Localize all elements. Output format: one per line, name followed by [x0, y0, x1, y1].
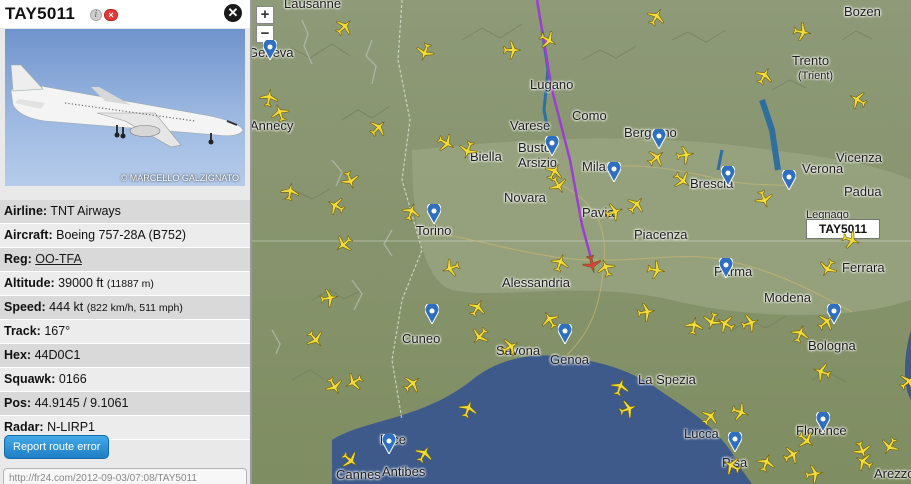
city-label: Varese: [510, 118, 551, 133]
squawk-row: Squawk: 0166: [0, 368, 250, 392]
speed-conversions: (822 km/h, 511 mph): [86, 302, 183, 314]
track-value: 167°: [44, 324, 71, 338]
radar-station-icon[interactable]: [425, 304, 439, 324]
radar-station-icon[interactable]: [782, 170, 796, 190]
city-label: Alessandria: [502, 275, 570, 290]
position-label: Pos:: [4, 396, 32, 410]
panel-header: TAY5011 i × ✕: [0, 0, 250, 28]
flight-info-panel: TAY5011 i × ✕ © MARCELLO GALZIGNATO Airl…: [0, 0, 252, 484]
aircraft-icon[interactable]: [802, 462, 825, 484]
aircraft-photo[interactable]: © MARCELLO GALZIGNATO: [5, 29, 245, 186]
aircraft-icon[interactable]: [278, 180, 301, 203]
city-label: Cannes: [336, 467, 381, 482]
aircraft-value: Boeing 757-28A (B752): [56, 228, 187, 242]
city-label: (Trient): [798, 70, 834, 82]
aircraft-icon[interactable]: [634, 300, 657, 323]
airline-label: Airline:: [4, 204, 48, 218]
speed-value: 444 kt: [49, 300, 84, 314]
city-label: Cuneo: [402, 331, 441, 346]
registration-link[interactable]: OO-TFA: [35, 252, 82, 266]
radar-station-icon[interactable]: [719, 258, 733, 278]
radar-station-icon[interactable]: [728, 432, 742, 452]
flight-title: TAY5011: [5, 4, 76, 23]
speed-label: Speed:: [4, 300, 46, 314]
city-label: Bozen: [844, 4, 881, 19]
aircraft-icon[interactable]: [673, 143, 696, 166]
city-label: Bologna: [808, 338, 856, 353]
radar-station-icon[interactable]: [721, 166, 735, 186]
aircraft-icon[interactable]: [502, 40, 522, 60]
city-label: Vicenza: [836, 150, 883, 165]
squawk-label: Squawk:: [4, 372, 56, 386]
city-label: Lugano: [530, 77, 574, 92]
report-route-error-button[interactable]: Report route error: [4, 435, 110, 459]
squawk-value: 0166: [58, 372, 87, 386]
city-label: Piacenza: [634, 227, 688, 242]
city-label: Torino: [416, 223, 452, 238]
city-label: Lausanne: [284, 0, 342, 11]
city-label: Antibes: [382, 464, 426, 479]
hex-value: 44D0C1: [34, 348, 81, 362]
aircraft-icon[interactable]: [644, 258, 667, 281]
close-icon[interactable]: ✕: [224, 4, 242, 22]
speed-row: Speed: 444 kt (822 km/h, 511 mph): [0, 296, 250, 320]
info-icon[interactable]: i: [90, 9, 102, 21]
radar-station-icon[interactable]: [816, 412, 830, 432]
airline-value: TNT Airways: [50, 204, 121, 218]
registration-row: Reg: OO-TFA: [0, 248, 250, 272]
radar-station-icon[interactable]: [607, 162, 621, 182]
aircraft-label: Aircraft:: [4, 228, 53, 242]
position-row: Pos: 44.9145 / 9.1061: [0, 392, 250, 416]
city-label: Arezzo: [874, 466, 911, 481]
flight-link-field[interactable]: http://fr24.com/2012-09-03/07:08/TAY5011: [3, 468, 247, 484]
radar-value: N-LIRP1: [47, 420, 96, 434]
aircraft-icon[interactable]: [317, 286, 340, 309]
alert-icon[interactable]: ×: [104, 9, 118, 21]
city-label: Novara: [504, 190, 546, 205]
track-label: Track:: [4, 324, 41, 338]
zoom-in-button[interactable]: +: [256, 6, 274, 24]
airline-row: Airline: TNT Airways: [0, 200, 250, 224]
radar-station-icon[interactable]: [427, 204, 441, 224]
altitude-row: Altitude: 39000 ft (11887 m): [0, 272, 250, 296]
radar-station-icon[interactable]: [382, 434, 396, 454]
radar-label: Radar:: [4, 420, 44, 434]
city-label: Bergamo: [624, 125, 677, 140]
radar-station-icon[interactable]: [558, 324, 572, 344]
hex-row: Hex: 44D0C1: [0, 344, 250, 368]
altitude-metric: (11887 m): [106, 278, 154, 290]
city-label: Ferrara: [842, 260, 885, 275]
city-label: La Spezia: [638, 372, 696, 387]
radar-station-icon[interactable]: [263, 40, 277, 60]
flight-details: Airline: TNT Airways Aircraft: Boeing 75…: [0, 200, 250, 440]
aircraft-icon[interactable]: [790, 20, 813, 43]
city-label: Trento: [792, 53, 830, 68]
aircraft-row: Aircraft: Boeing 757-28A (B752): [0, 224, 250, 248]
position-value: 44.9145 / 9.1061: [34, 396, 129, 410]
city-label: Modena: [764, 290, 811, 305]
track-row: Track: 167°: [0, 320, 250, 344]
hex-label: Hex:: [4, 348, 32, 362]
altitude-label: Altitude:: [4, 276, 55, 290]
city-label: Como: [572, 108, 607, 123]
aircraft-image: [10, 64, 244, 148]
flight-map[interactable]: + − Lausanne Lugano Varese Como Bergamo …: [252, 0, 911, 484]
radar-station-icon[interactable]: [545, 136, 559, 156]
photo-credit: © MARCELLO GALZIGNATO: [120, 173, 239, 183]
altitude-value: 39000 ft: [58, 276, 104, 290]
city-label: Padua: [844, 184, 882, 199]
registration-label: Reg:: [4, 252, 32, 266]
city-label: Genoa: [550, 352, 590, 367]
